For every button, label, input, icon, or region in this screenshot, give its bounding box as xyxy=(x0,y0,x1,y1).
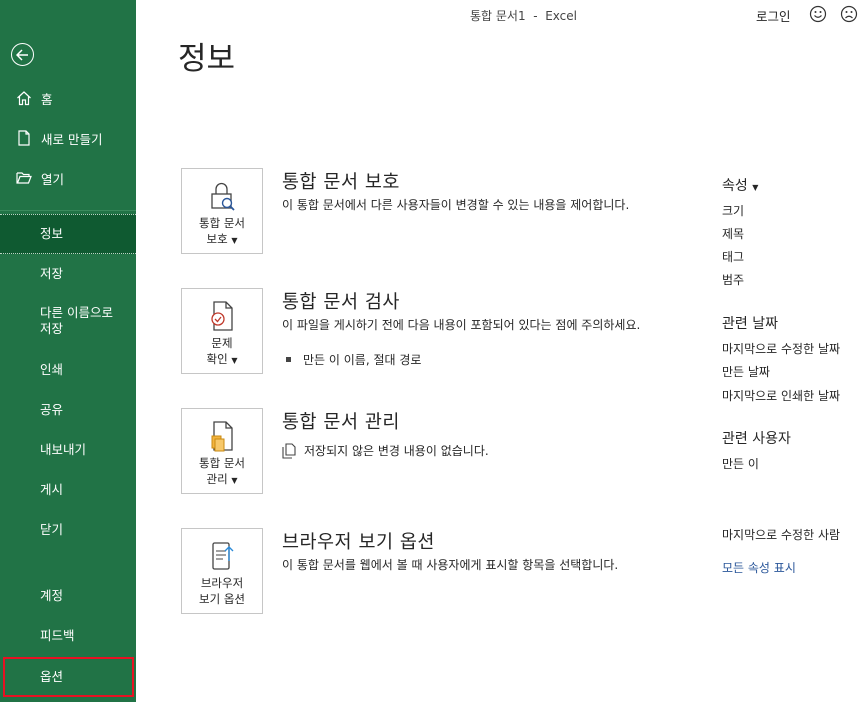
prop-author: 만든 이 xyxy=(722,457,759,471)
manage-note-text: 저장되지 않은 변경 내용이 없습니다. xyxy=(304,444,489,458)
properties-header[interactable]: 속성 ▼ xyxy=(722,175,758,195)
prop-title: 제목 xyxy=(722,227,745,241)
nav-print[interactable]: 인쇄 xyxy=(0,350,136,390)
nav-save-label: 저장 xyxy=(40,266,64,281)
dropdown-caret-icon: ▼ xyxy=(231,476,238,485)
browser-view-options-button[interactable]: 브라우저 보기 옵션 xyxy=(181,528,263,614)
inspect-title: 통합 문서 검사 xyxy=(282,292,400,313)
browser-description: 이 통합 문서를 웹에서 볼 때 사용자에게 표시할 항목을 선택합니다. xyxy=(282,558,619,572)
nav-open-label: 열기 xyxy=(41,171,65,187)
related-dates-header: 관련 날짜 xyxy=(722,316,778,332)
manage-workbook-button[interactable]: 통합 문서 관리 ▼ xyxy=(181,408,263,494)
home-icon xyxy=(17,91,31,106)
nav-close[interactable]: 닫기 xyxy=(0,510,136,550)
nav-home[interactable]: 홈 xyxy=(0,80,136,116)
nav-info-label: 정보 xyxy=(40,226,64,241)
document-manage-icon xyxy=(211,421,233,452)
nav-close-label: 닫기 xyxy=(40,522,64,537)
inspect-bullet-text: 만든 이 이름, 절대 경로 xyxy=(303,353,422,367)
prop-last-modified: 마지막으로 수정한 날짜 xyxy=(722,342,841,356)
prop-created: 만든 날짜 xyxy=(722,365,770,379)
backstage-sidebar: 홈 새로 만들기 열기 정보 저장 다른 이름으로 저장 인쇄 공유 내보내기 … xyxy=(0,0,136,702)
back-arrow-icon xyxy=(16,48,28,61)
dropdown-caret-icon: ▼ xyxy=(231,236,238,245)
browser-title: 브라우저 보기 옵션 xyxy=(282,532,435,553)
manage-workbook-section: 통합 문서 관리 ▼ 통합 문서 관리 저장되지 않은 변경 내용이 없습니다. xyxy=(181,408,651,494)
nav-print-label: 인쇄 xyxy=(40,362,64,377)
signin-link[interactable]: 로그인 xyxy=(756,6,791,25)
dropdown-caret-icon: ▼ xyxy=(752,183,759,192)
nav-save[interactable]: 저장 xyxy=(0,254,136,294)
inspect-tile-label: 문제 확인 ▼ xyxy=(207,335,238,369)
inspect-workbook-section: 문제 확인 ▼ 통합 문서 검사 이 파일을 게시하기 전에 다음 내용이 포함… xyxy=(181,288,651,374)
back-button[interactable] xyxy=(11,43,34,66)
nav-options-label: 옵션 xyxy=(40,669,64,684)
nav-home-label: 홈 xyxy=(41,91,53,107)
properties-header-text: 속성 xyxy=(722,178,748,194)
browser-view-icon xyxy=(212,542,234,570)
inspect-description: 이 파일을 게시하기 전에 다음 내용이 포함되어 있다는 점에 주의하세요. xyxy=(282,318,641,332)
nav-export[interactable]: 내보내기 xyxy=(0,430,136,470)
prop-size: 크기 xyxy=(722,204,745,218)
prop-last-printed: 마지막으로 인쇄한 날짜 xyxy=(722,389,841,403)
nav-publish[interactable]: 게시 xyxy=(0,470,136,510)
check-for-issues-button[interactable]: 문제 확인 ▼ xyxy=(181,288,263,374)
frown-feedback-icon[interactable] xyxy=(840,5,858,23)
browser-tile-label: 브라우저 보기 옵션 xyxy=(199,576,245,606)
manage-tile-label: 통합 문서 관리 ▼ xyxy=(199,455,245,489)
nav-account[interactable]: 계정 xyxy=(0,576,136,616)
nav-publish-label: 게시 xyxy=(40,482,64,497)
nav-account-label: 계정 xyxy=(40,588,64,603)
manage-note: 저장되지 않은 변경 내용이 없습니다. xyxy=(282,442,489,459)
prop-tags: 태그 xyxy=(722,250,745,264)
nav-feedback[interactable]: 피드백 xyxy=(0,616,136,656)
manage-tile-text: 통합 문서 관리 xyxy=(199,456,245,486)
nav-new[interactable]: 새로 만들기 xyxy=(0,120,136,156)
document-versions-icon xyxy=(282,442,296,459)
dropdown-caret-icon: ▼ xyxy=(231,356,238,365)
inspect-tile-text: 문제 확인 xyxy=(206,336,233,366)
inspect-bullet: 만든 이 이름, 절대 경로 xyxy=(282,351,421,368)
nav-save-as-label: 다른 이름으로 저장 xyxy=(40,305,113,336)
protect-workbook-button[interactable]: 통합 문서 보호 ▼ xyxy=(181,168,263,254)
manage-title: 통합 문서 관리 xyxy=(282,412,400,433)
nav-share-label: 공유 xyxy=(40,402,64,417)
nav-feedback-label: 피드백 xyxy=(40,628,75,643)
prop-categories: 범주 xyxy=(722,273,745,287)
nav-info[interactable]: 정보 xyxy=(0,214,136,254)
prop-last-modified-by: 마지막으로 수정한 사람 xyxy=(722,528,841,542)
open-folder-icon xyxy=(16,172,32,184)
nav-save-as[interactable]: 다른 이름으로 저장 xyxy=(0,301,136,341)
protect-tile-text: 통합 문서 보호 xyxy=(199,216,245,246)
title-bar: 통합 문서1 - Excel 로그인 xyxy=(136,0,866,30)
protect-tile-label: 통합 문서 보호 ▼ xyxy=(199,215,245,249)
bullet-square-icon xyxy=(286,357,291,362)
nav-new-label: 새로 만들기 xyxy=(41,131,103,147)
protect-title: 통합 문서 보호 xyxy=(282,172,400,193)
lock-search-icon xyxy=(211,182,235,211)
document-check-icon xyxy=(211,301,233,331)
browser-view-section: 브라우저 보기 옵션 브라우저 보기 옵션 이 통합 문서를 웹에서 볼 때 사… xyxy=(181,528,651,614)
page-title: 정보 xyxy=(178,41,236,77)
protect-workbook-section: 통합 문서 보호 ▼ 통합 문서 보호 이 통합 문서에서 다른 사용자들이 변… xyxy=(181,168,651,254)
sidebar-divider xyxy=(0,210,136,211)
nav-open[interactable]: 열기 xyxy=(0,160,136,196)
protect-description: 이 통합 문서에서 다른 사용자들이 변경할 수 있는 내용을 제어합니다. xyxy=(282,198,630,212)
nav-share[interactable]: 공유 xyxy=(0,390,136,430)
related-people-header: 관련 사용자 xyxy=(722,431,791,447)
nav-options[interactable]: 옵션 xyxy=(3,657,134,697)
smile-feedback-icon[interactable] xyxy=(809,5,827,23)
show-all-properties-link[interactable]: 모든 속성 표시 xyxy=(722,559,796,576)
window-title: 통합 문서1 - Excel xyxy=(470,9,577,23)
nav-export-label: 내보내기 xyxy=(40,442,87,457)
new-document-icon xyxy=(18,130,30,146)
